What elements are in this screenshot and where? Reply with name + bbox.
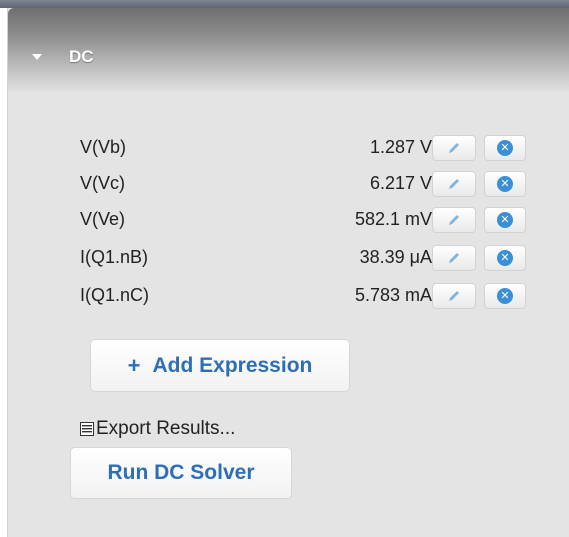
add-expression-label: Add Expression bbox=[152, 353, 313, 377]
result-row: I(Q1.nC) 5.783 mA ✕ bbox=[80, 282, 540, 309]
result-label: V(Ve) bbox=[80, 209, 126, 229]
edit-button[interactable] bbox=[432, 245, 476, 271]
result-row: V(Vb) 1.287 V ✕ bbox=[80, 134, 540, 161]
top-bar bbox=[0, 0, 569, 8]
export-results-link[interactable]: Export Results... bbox=[80, 418, 235, 440]
result-label: I(Q1.nB) bbox=[80, 247, 149, 267]
panel-header[interactable]: DC bbox=[8, 8, 569, 92]
remove-button[interactable]: ✕ bbox=[484, 135, 526, 161]
remove-circle-icon: ✕ bbox=[497, 288, 513, 304]
result-value: 1.287 V bbox=[369, 137, 432, 157]
remove-circle-icon: ✕ bbox=[497, 176, 513, 192]
panel-header-row[interactable]: DC bbox=[32, 46, 94, 68]
result-value: 5.783 mA bbox=[354, 285, 432, 305]
caret-down-icon[interactable] bbox=[32, 54, 42, 60]
run-dc-solver-label: Run DC Solver bbox=[107, 461, 255, 484]
pencil-icon bbox=[449, 253, 459, 263]
result-label: V(Vc) bbox=[80, 173, 125, 193]
result-row: I(Q1.nB) 38.39 μA ✕ bbox=[80, 244, 540, 271]
remove-button[interactable]: ✕ bbox=[484, 171, 526, 197]
result-row: V(Ve) 582.1 mV ✕ bbox=[80, 206, 540, 233]
edit-button[interactable] bbox=[432, 207, 476, 233]
result-value: 38.39 μA bbox=[359, 247, 432, 267]
remove-circle-icon: ✕ bbox=[497, 250, 513, 266]
pencil-icon bbox=[449, 143, 459, 153]
pencil-icon bbox=[449, 291, 459, 301]
remove-button[interactable]: ✕ bbox=[484, 207, 526, 233]
panel-title: DC bbox=[69, 47, 94, 66]
plus-icon: + bbox=[127, 352, 141, 378]
pencil-icon bbox=[449, 215, 459, 225]
add-expression-button[interactable]: + Add Expression bbox=[90, 339, 350, 392]
pencil-icon bbox=[449, 179, 459, 189]
result-value: 6.217 V bbox=[369, 173, 432, 193]
result-label: I(Q1.nC) bbox=[80, 285, 150, 305]
list-icon bbox=[80, 422, 94, 436]
edit-button[interactable] bbox=[432, 283, 476, 309]
result-value: 582.1 mV bbox=[354, 209, 432, 229]
run-dc-solver-button[interactable]: Run DC Solver bbox=[70, 447, 292, 499]
remove-button[interactable]: ✕ bbox=[484, 283, 526, 309]
edit-button[interactable] bbox=[432, 135, 476, 161]
remove-circle-icon: ✕ bbox=[497, 140, 513, 156]
result-label: V(Vb) bbox=[80, 137, 127, 157]
result-row: V(Vc) 6.217 V ✕ bbox=[80, 170, 540, 197]
remove-circle-icon: ✕ bbox=[497, 212, 513, 228]
edit-button[interactable] bbox=[432, 171, 476, 197]
export-results-label: Export Results... bbox=[96, 418, 236, 439]
remove-button[interactable]: ✕ bbox=[484, 245, 526, 271]
